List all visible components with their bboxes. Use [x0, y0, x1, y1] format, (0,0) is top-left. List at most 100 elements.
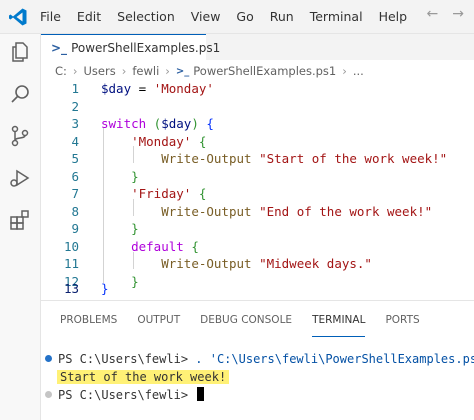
terminal-line: PS C:\Users\fewli>: [45, 386, 205, 404]
source-control-icon[interactable]: [8, 124, 32, 148]
search-icon[interactable]: [8, 82, 32, 106]
code-token: 'Friday': [131, 186, 192, 201]
line-number: 6: [71, 168, 79, 184]
code-token: Write-Output: [161, 203, 252, 219]
code-token: "Midweek days.": [259, 256, 372, 271]
menu-go[interactable]: Go: [236, 9, 253, 24]
code-line-9: 9 }: [41, 221, 474, 238]
menu-terminal[interactable]: Terminal: [310, 9, 363, 24]
run-debug-icon[interactable]: [8, 166, 32, 190]
code-token: Write-Output: [161, 256, 252, 271]
tab-debug-console[interactable]: DEBUG CONSOLE: [200, 314, 292, 336]
navigation-arrows: ← →: [427, 6, 464, 22]
code-token: default: [131, 238, 184, 254]
terminal-command: . 'C:\Users\fewli\PowerShellExamples.ps1…: [195, 352, 474, 366]
code-line-4: 4 'Monday' {: [41, 134, 474, 151]
terminal-prompt: PS C:\Users\fewli>: [58, 388, 196, 402]
breadcrumb-separator-icon: ›: [342, 64, 347, 78]
code-line-3: 3 switch ($day) {: [41, 116, 474, 133]
code-line-5: 5 Write-Output "Start of the work week!": [41, 151, 474, 168]
code-line-2: 2: [41, 99, 474, 116]
breadcrumb: C: › Users › fewli › >_ PowerShellExampl…: [41, 60, 474, 82]
menu-help[interactable]: Help: [379, 9, 408, 24]
code-token: $day: [101, 81, 132, 96]
code-token: $day: [161, 116, 192, 131]
extensions-icon[interactable]: [8, 208, 32, 232]
line-number: 13: [63, 281, 79, 296]
menu-view[interactable]: View: [191, 9, 221, 24]
code-line-11: 11 Write-Output "Midweek days.": [41, 256, 474, 273]
terminal-output: Start of the work week!: [57, 370, 230, 384]
code-token: Write-Output: [161, 151, 252, 166]
tab-powershellexamples[interactable]: >_ PowerShellExamples.ps1: [41, 34, 220, 60]
line-number: 1: [71, 81, 79, 96]
breadcrumb-separator-icon: ›: [72, 64, 78, 78]
code-token: (: [146, 116, 162, 131]
line-number: 7: [71, 186, 79, 201]
line-number: 8: [71, 203, 79, 219]
tab-problems[interactable]: PROBLEMS: [60, 314, 117, 336]
code-line-7: 7 'Friday' {: [41, 186, 474, 203]
line-number: 3: [71, 116, 79, 131]
code-token: }: [131, 221, 139, 236]
line-number: 5: [71, 151, 79, 166]
code-token: =: [131, 81, 154, 96]
menu-file[interactable]: File: [40, 9, 61, 24]
panel-divider: [41, 300, 474, 301]
line-number: 11: [63, 256, 79, 271]
code-token: 'Monday': [153, 81, 214, 96]
terminal[interactable]: PS C:\Users\fewli> . 'C:\Users\fewli\Pow…: [41, 350, 474, 420]
breadcrumb-separator-icon: ›: [121, 64, 127, 78]
breadcrumb-drive[interactable]: C:: [55, 64, 67, 78]
code-token: 'Monday': [131, 133, 192, 149]
code-token: ): [191, 116, 207, 131]
vscode-logo-icon: [9, 8, 27, 26]
breadcrumb-separator-icon: ›: [165, 64, 170, 78]
code-editor[interactable]: 1 $day = 'Monday' 2 3 switch ($day) { 4 …: [41, 80, 474, 300]
terminal-cursor: [197, 387, 205, 401]
powershell-file-icon: >_: [51, 40, 68, 55]
back-arrow-icon[interactable]: ←: [427, 6, 439, 22]
menu-run[interactable]: Run: [270, 9, 294, 24]
explorer-icon[interactable]: [8, 40, 32, 64]
code-token: "End of the work week!": [259, 203, 433, 219]
code-line-10: 10 default {: [41, 239, 474, 256]
tab-output[interactable]: OUTPUT: [137, 314, 180, 336]
code-line-13: 13 }: [41, 281, 474, 298]
activity-bar: [0, 34, 41, 420]
line-number: 10: [63, 238, 79, 254]
menu-edit[interactable]: Edit: [77, 9, 101, 24]
code-token: {: [198, 133, 207, 149]
breadcrumb-file[interactable]: PowerShellExamples.ps1: [193, 64, 336, 78]
forward-arrow-icon[interactable]: →: [452, 6, 464, 22]
powershell-file-icon: >_: [175, 65, 190, 77]
breadcrumb-ellipsis[interactable]: ...: [353, 64, 364, 78]
tab-ports[interactable]: PORTS: [385, 314, 419, 336]
breadcrumb-users[interactable]: Users: [84, 64, 116, 78]
menu-selection[interactable]: Selection: [117, 9, 175, 24]
editor-tab-bar: >_ PowerShellExamples.ps1: [41, 34, 474, 60]
line-number: 2: [71, 98, 79, 114]
code-token: }: [101, 281, 109, 296]
terminal-prompt: PS C:\Users\fewli>: [58, 352, 196, 366]
line-number: 4: [71, 133, 79, 149]
code-line-6: 6 }: [41, 169, 474, 186]
menu-bar: File Edit Selection View Go Run Terminal…: [40, 0, 423, 33]
code-token: {: [198, 186, 207, 201]
code-token: }: [131, 168, 139, 184]
code-token: {: [191, 238, 199, 254]
tab-label: PowerShellExamples.ps1: [71, 40, 221, 55]
code-token: "Start of the work week!": [259, 151, 448, 166]
code-token: {: [206, 116, 214, 131]
code-line-8: 8 Write-Output "End of the work week!": [41, 204, 474, 221]
panel-tabs: PROBLEMS OUTPUT DEBUG CONSOLE TERMINAL P…: [41, 314, 474, 338]
line-number: 9: [71, 221, 79, 236]
code-token: switch: [101, 116, 147, 131]
command-status-icon: [45, 355, 52, 362]
code-line-1: 1 $day = 'Monday': [41, 81, 474, 98]
terminal-line: Start of the work week!: [57, 368, 230, 386]
breadcrumb-fewli[interactable]: fewli: [132, 64, 159, 78]
tab-terminal[interactable]: TERMINAL: [312, 314, 366, 337]
title-bar: File Edit Selection View Go Run Terminal…: [0, 0, 474, 34]
terminal-line: PS C:\Users\fewli> . 'C:\Users\fewli\Pow…: [45, 350, 474, 368]
